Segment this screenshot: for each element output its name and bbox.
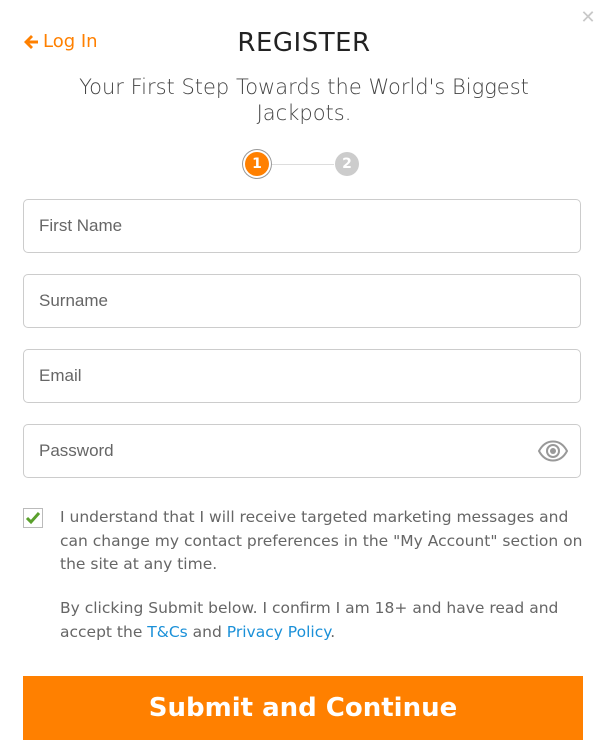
terms-suffix: . [330,622,336,641]
register-modal: ✕ Log In REGISTER Your First Step Toward… [0,0,608,756]
terms-middle: and [187,622,227,641]
checkmark-icon [25,512,41,525]
step-connector [272,164,334,165]
tcs-link[interactable]: T&Cs [147,623,187,641]
privacy-policy-link[interactable]: Privacy Policy [227,623,330,641]
password-input[interactable] [24,425,580,477]
first-name-field [23,199,581,253]
page-title: REGISTER [237,28,371,58]
surname-input[interactable] [24,275,580,327]
terms-notice: By clicking Submit below. I confirm I am… [60,597,580,644]
close-icon[interactable]: ✕ [580,9,596,27]
step-2-inactive: 2 [335,152,359,176]
marketing-consent-checkbox[interactable] [23,508,43,528]
eye-icon[interactable] [537,440,569,462]
submit-and-continue-button[interactable]: Submit and Continue [23,676,583,740]
marketing-consent-text: I understand that I will receive targete… [60,508,583,573]
password-field [23,424,581,478]
step-1-active: 1 [245,152,269,176]
email-input[interactable] [24,350,580,402]
email-field [23,349,581,403]
step-indicator: 1 2 [244,150,362,180]
surname-field [23,274,581,328]
first-name-input[interactable] [24,200,580,252]
page-subtitle: Your First Step Towards the World's Bigg… [79,75,529,125]
